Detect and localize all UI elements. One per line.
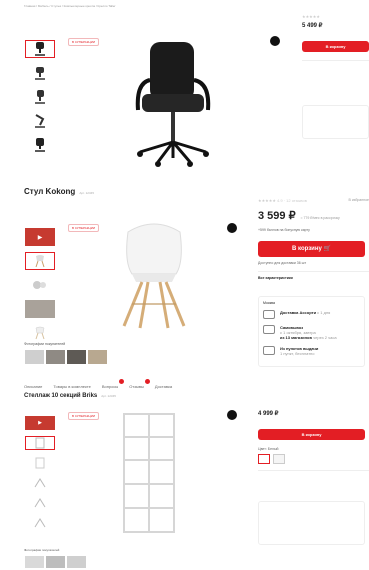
play-icon: ▶ [38, 420, 42, 426]
delivery-option: Самовывоз с 1 октября, завтра из 13 магази… [263, 325, 360, 340]
tab-questions[interactable]: Вопросы [102, 379, 125, 389]
product-tabs: Описание Товары в комплекте Вопросы Отзы… [24, 379, 172, 389]
notification-badge [144, 379, 150, 384]
color-label: Цвет: Белый [258, 447, 279, 451]
add-to-cart-button[interactable]: В корзину [258, 429, 365, 440]
product-image [122, 412, 176, 541]
product-image [128, 38, 218, 173]
thumbnail[interactable] [25, 64, 55, 82]
thumbnail[interactable] [25, 252, 55, 270]
tab-description[interactable]: Описание [24, 384, 42, 389]
price: 5 499 ₽ [302, 23, 323, 29]
review-photo[interactable] [67, 556, 86, 568]
promo-badge: В СУПЕРАКЦИИ [68, 412, 100, 420]
review-photo[interactable] [25, 350, 44, 364]
review-photos [25, 555, 88, 570]
compare-button[interactable] [270, 36, 280, 46]
review-photos [25, 350, 109, 369]
thumbnail[interactable] [25, 136, 55, 154]
thumbnail-list: ▶ [25, 416, 57, 536]
favorite-link[interactable]: В избранное [349, 198, 369, 203]
thumbnail-list: ▶ [25, 228, 57, 348]
thumbnail[interactable] [25, 436, 55, 450]
compare-button[interactable] [227, 223, 237, 233]
thumbnail[interactable] [25, 516, 55, 530]
review-photos-title: Фотографии покупателей [24, 548, 60, 552]
color-swatch[interactable] [273, 454, 285, 464]
rating-stars: ★★★★★ 4.9 · 12 отзывов [258, 198, 307, 203]
add-to-cart-button[interactable]: В корзину [302, 41, 369, 52]
thumbnail[interactable] [25, 324, 55, 342]
promo-badge: В СУПЕРАКЦИИ [68, 224, 100, 232]
delivery-option: Доставка Ассорти с 1 дня [263, 310, 360, 319]
notification-badge [119, 379, 125, 384]
promo-badge: В СУПЕРАКЦИИ [68, 38, 100, 46]
installment-note: ≈ 779 ₽/мес в рассрочку [300, 216, 340, 220]
delivery-city[interactable]: Москва [263, 301, 360, 305]
buy-panel: ★★★★★ 5 499 ₽ В корзину [302, 14, 369, 139]
price: 3 599 ₽ [258, 210, 296, 222]
compare-button[interactable] [227, 410, 237, 420]
review-photo[interactable] [46, 350, 65, 364]
thumbnail[interactable] [25, 40, 55, 58]
specs-link[interactable]: Все характеристики [258, 276, 369, 280]
review-photo[interactable] [88, 350, 107, 364]
delivery-option: Из пунктов выдачи 1 пункт, бесплатно [263, 346, 360, 356]
add-to-cart-button[interactable]: В корзину 🛒 [258, 241, 365, 257]
thumbnail[interactable] [25, 456, 55, 470]
price: 4 999 ₽ [258, 411, 279, 417]
page-title: Стеллаж 10 секций Briks Арт. 12345 [24, 393, 116, 399]
thumbnail[interactable] [25, 300, 55, 318]
delivery-box: Москва Доставка Ассорти с 1 дня Самовыво… [258, 296, 365, 367]
video-thumbnail[interactable]: ▶ [25, 228, 55, 246]
delivery-box [258, 501, 365, 545]
rating-stars: ★★★★★ [302, 14, 320, 19]
breadcrumb[interactable]: Главная / Мебель / Стулья / Компьютерные… [24, 4, 116, 8]
thumbnail[interactable] [25, 88, 55, 106]
tab-delivery[interactable]: Доставка [155, 384, 172, 389]
stock-note: Доступно для доставки 36 шт [258, 261, 307, 265]
review-photo[interactable] [46, 556, 65, 568]
thumbnail[interactable] [25, 276, 55, 294]
page-title: Стул Kokong Арт. 12345 [24, 187, 94, 196]
tab-bundle[interactable]: Товары в комплекте [53, 384, 90, 389]
color-swatches [258, 454, 369, 464]
review-photo[interactable] [67, 350, 86, 364]
video-thumbnail[interactable]: ▶ [25, 416, 55, 430]
store-icon [263, 325, 275, 334]
buy-panel: ★★★★★ 4.9 · 12 отзывов В избранное 3 599… [258, 198, 369, 367]
review-photos-title: Фотографии покупателей [24, 342, 66, 346]
cart-icon: 🛒 [323, 246, 331, 252]
review-photo[interactable] [25, 556, 44, 568]
bonus-note: +599 баллов на бонусную карту [258, 228, 310, 232]
color-swatch[interactable] [258, 454, 270, 464]
delivery-box [302, 105, 369, 139]
thumbnail[interactable] [25, 496, 55, 510]
pickup-point-icon [263, 346, 275, 355]
thumbnail[interactable] [25, 476, 55, 490]
product-image [114, 222, 194, 337]
play-icon: ▶ [37, 234, 43, 241]
tab-reviews[interactable]: Отзывы [129, 379, 150, 389]
thumbnail-list [25, 40, 57, 160]
buy-panel: 4 999 ₽ В корзину Цвет: Белый [258, 410, 369, 545]
truck-icon [263, 310, 275, 319]
thumbnail[interactable] [25, 112, 55, 130]
